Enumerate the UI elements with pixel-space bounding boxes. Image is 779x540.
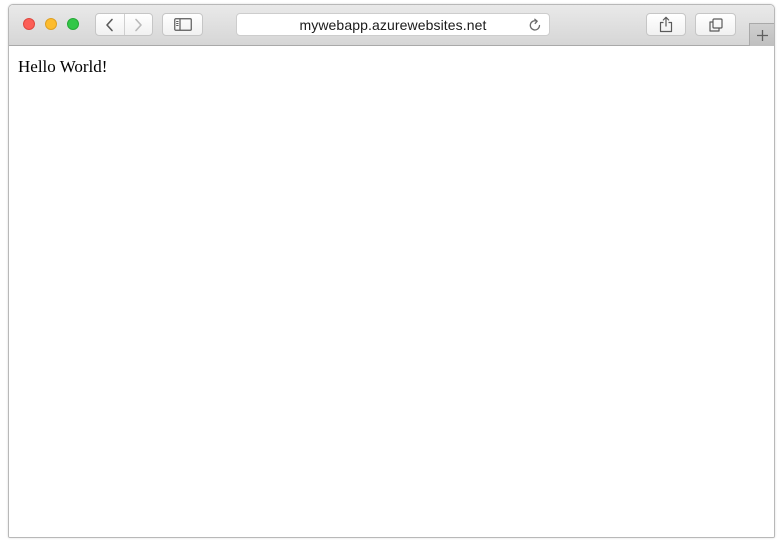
back-button[interactable]: [96, 14, 124, 35]
sidebar-icon: [173, 18, 192, 31]
zoom-window-button[interactable]: [67, 18, 79, 30]
page-content: Hello World!: [9, 46, 774, 537]
tabs-overview-icon: [708, 17, 723, 32]
navigation-buttons: [95, 13, 153, 36]
share-icon: [659, 16, 673, 33]
minimize-window-button[interactable]: [45, 18, 57, 30]
new-tab-button[interactable]: [749, 23, 774, 46]
chevron-right-icon: [135, 18, 143, 31]
browser-window: mywebapp.azurewebsites.net Hello World!: [8, 4, 775, 538]
hello-world-text: Hello World!: [18, 57, 108, 76]
tab-overview-button[interactable]: [695, 13, 736, 36]
sidebar-button[interactable]: [162, 13, 203, 36]
chevron-left-icon: [105, 18, 113, 31]
share-button[interactable]: [646, 13, 686, 36]
forward-button[interactable]: [123, 14, 153, 35]
browser-toolbar: mywebapp.azurewebsites.net: [9, 5, 774, 46]
close-window-button[interactable]: [23, 18, 35, 30]
reload-icon: [529, 18, 541, 31]
reload-button[interactable]: [527, 17, 543, 33]
plus-icon: [756, 29, 768, 41]
address-bar[interactable]: mywebapp.azurewebsites.net: [236, 13, 550, 36]
url-text: mywebapp.azurewebsites.net: [299, 16, 487, 33]
